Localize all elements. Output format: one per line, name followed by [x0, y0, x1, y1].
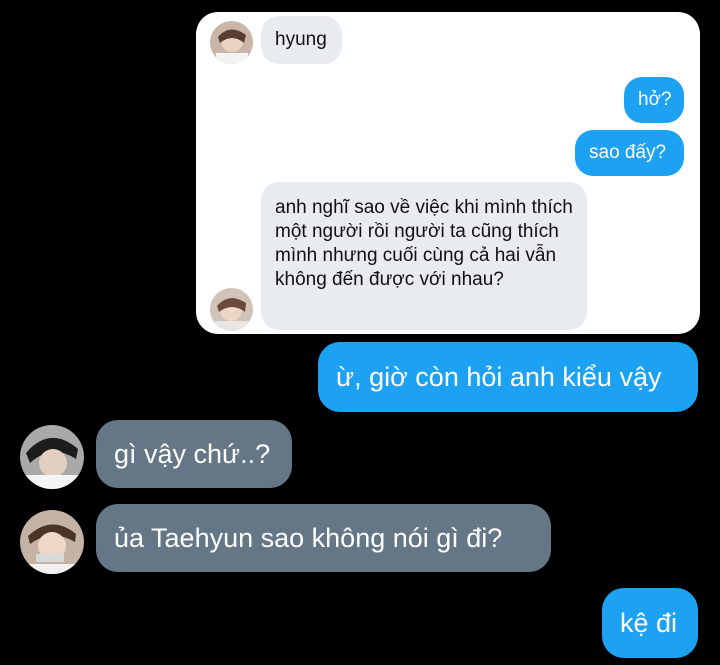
message-bubble-incoming[interactable]: anh nghĩ sao về việc khi mình thích một … [261, 182, 587, 330]
message-text: anh nghĩ sao về việc khi mình thích một … [275, 197, 573, 290]
message-text: gì vậy chứ..? [114, 438, 271, 469]
message-bubble-outgoing[interactable]: sao đấy? [575, 130, 684, 176]
message-text: sao đấy? [589, 142, 667, 163]
message-bubble-outgoing[interactable]: kệ đi [602, 588, 698, 658]
message-text: ủa Taehyun sao không nói gì đi? [114, 522, 503, 553]
embedded-chat-screenshot: hyung hở? sao đấy? anh nghĩ sao về việc … [196, 12, 700, 334]
message-text: hở? [638, 89, 672, 110]
message-bubble-outgoing[interactable]: ừ, giờ còn hỏi anh kiểu vậy [318, 342, 698, 412]
message-text: kệ đi [620, 607, 678, 638]
contact-avatar-icon[interactable] [210, 21, 253, 64]
message-text: hyung [275, 29, 327, 50]
contact-avatar-icon[interactable] [210, 288, 253, 331]
message-bubble-outgoing[interactable]: hở? [624, 77, 684, 123]
message-bubble-incoming[interactable]: hyung [261, 16, 342, 64]
contact-avatar-icon[interactable] [20, 510, 84, 574]
message-bubble-incoming[interactable]: ủa Taehyun sao không nói gì đi? [96, 504, 551, 572]
message-bubble-incoming[interactable]: gì vậy chứ..? [96, 420, 292, 488]
message-text: ừ, giờ còn hỏi anh kiểu vậy [336, 361, 662, 392]
contact-avatar-icon[interactable] [20, 425, 84, 489]
